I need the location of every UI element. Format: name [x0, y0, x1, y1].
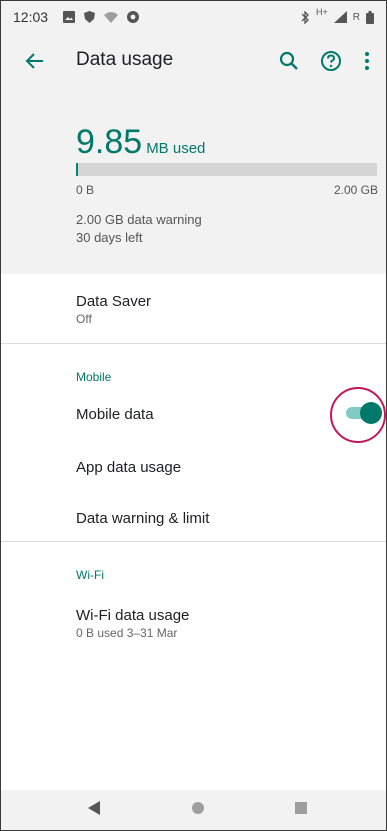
bluetooth-icon: [301, 10, 309, 24]
signal-icon: [333, 11, 347, 23]
divider: [1, 541, 386, 542]
days-left-text: 30 days left: [76, 230, 143, 245]
data-saver-title: Data Saver: [76, 293, 152, 310]
usage-bar-min-label: 0 B: [76, 183, 95, 197]
shield-icon: [84, 11, 95, 23]
usage-unit: MB used: [146, 140, 206, 157]
data-warning-limit-title: Data warning & limit: [76, 510, 210, 527]
usage-summary: 9.85 MB used 0 B 2.00 GB 2.00 GB data war…: [1, 89, 386, 274]
app-data-usage-item[interactable]: App data usage: [76, 459, 181, 476]
section-header-wifi: Wi-Fi: [76, 568, 104, 582]
usage-progress-fill: [76, 163, 78, 176]
wifi-data-usage-title: Wi-Fi data usage: [76, 607, 190, 624]
section-header-mobile: Mobile: [76, 370, 112, 384]
highlight-circle: [330, 387, 386, 443]
nav-back-icon[interactable]: [88, 801, 100, 815]
usage-amount: 9.85 MB used: [76, 123, 205, 162]
network-type-label: H+: [316, 7, 328, 17]
data-warning-text: 2.00 GB data warning: [76, 212, 202, 227]
app-data-usage-title: App data usage: [76, 459, 182, 476]
more-vert-icon[interactable]: [362, 50, 372, 72]
page-title: Data usage: [76, 49, 174, 70]
status-time: 12:03: [13, 9, 49, 25]
usage-value: 9.85: [76, 123, 143, 161]
status-icons-left: [63, 11, 139, 23]
status-icons-right: H+ R: [301, 1, 374, 33]
mobile-data-title: Mobile data: [76, 406, 154, 423]
battery-icon: [366, 10, 374, 24]
wifi-data-usage-item[interactable]: Wi-Fi data usage 0 B used 3–31 Mar: [76, 607, 189, 640]
gallery-icon: [63, 11, 75, 23]
mobile-data-item[interactable]: Mobile data: [76, 406, 154, 423]
navigation-bar: [1, 790, 386, 830]
chrome-icon: [127, 11, 139, 23]
status-bar: 12:03 H+ R: [1, 1, 386, 33]
data-saver-item[interactable]: Data Saver Off: [76, 293, 151, 326]
data-saver-subtitle: Off: [76, 312, 92, 326]
roaming-indicator: R: [352, 11, 360, 23]
wifi-data-usage-subtitle: 0 B used 3–31 Mar: [76, 626, 178, 640]
arrow-back-icon[interactable]: [23, 49, 47, 73]
help-icon[interactable]: [320, 50, 342, 72]
divider: [1, 343, 386, 344]
nav-home-icon[interactable]: [192, 802, 204, 814]
screen: 12:03 H+ R Data usage 9.85 MB used 0 B 2.: [0, 0, 387, 831]
app-bar: Data usage: [1, 33, 386, 89]
usage-progress-bar: [76, 163, 377, 176]
usage-bar-max-label: 2.00 GB: [333, 183, 378, 197]
data-warning-limit-item[interactable]: Data warning & limit: [76, 510, 209, 527]
search-icon[interactable]: [278, 50, 300, 72]
wifi-icon: [104, 12, 118, 23]
nav-recents-icon[interactable]: [295, 802, 307, 814]
